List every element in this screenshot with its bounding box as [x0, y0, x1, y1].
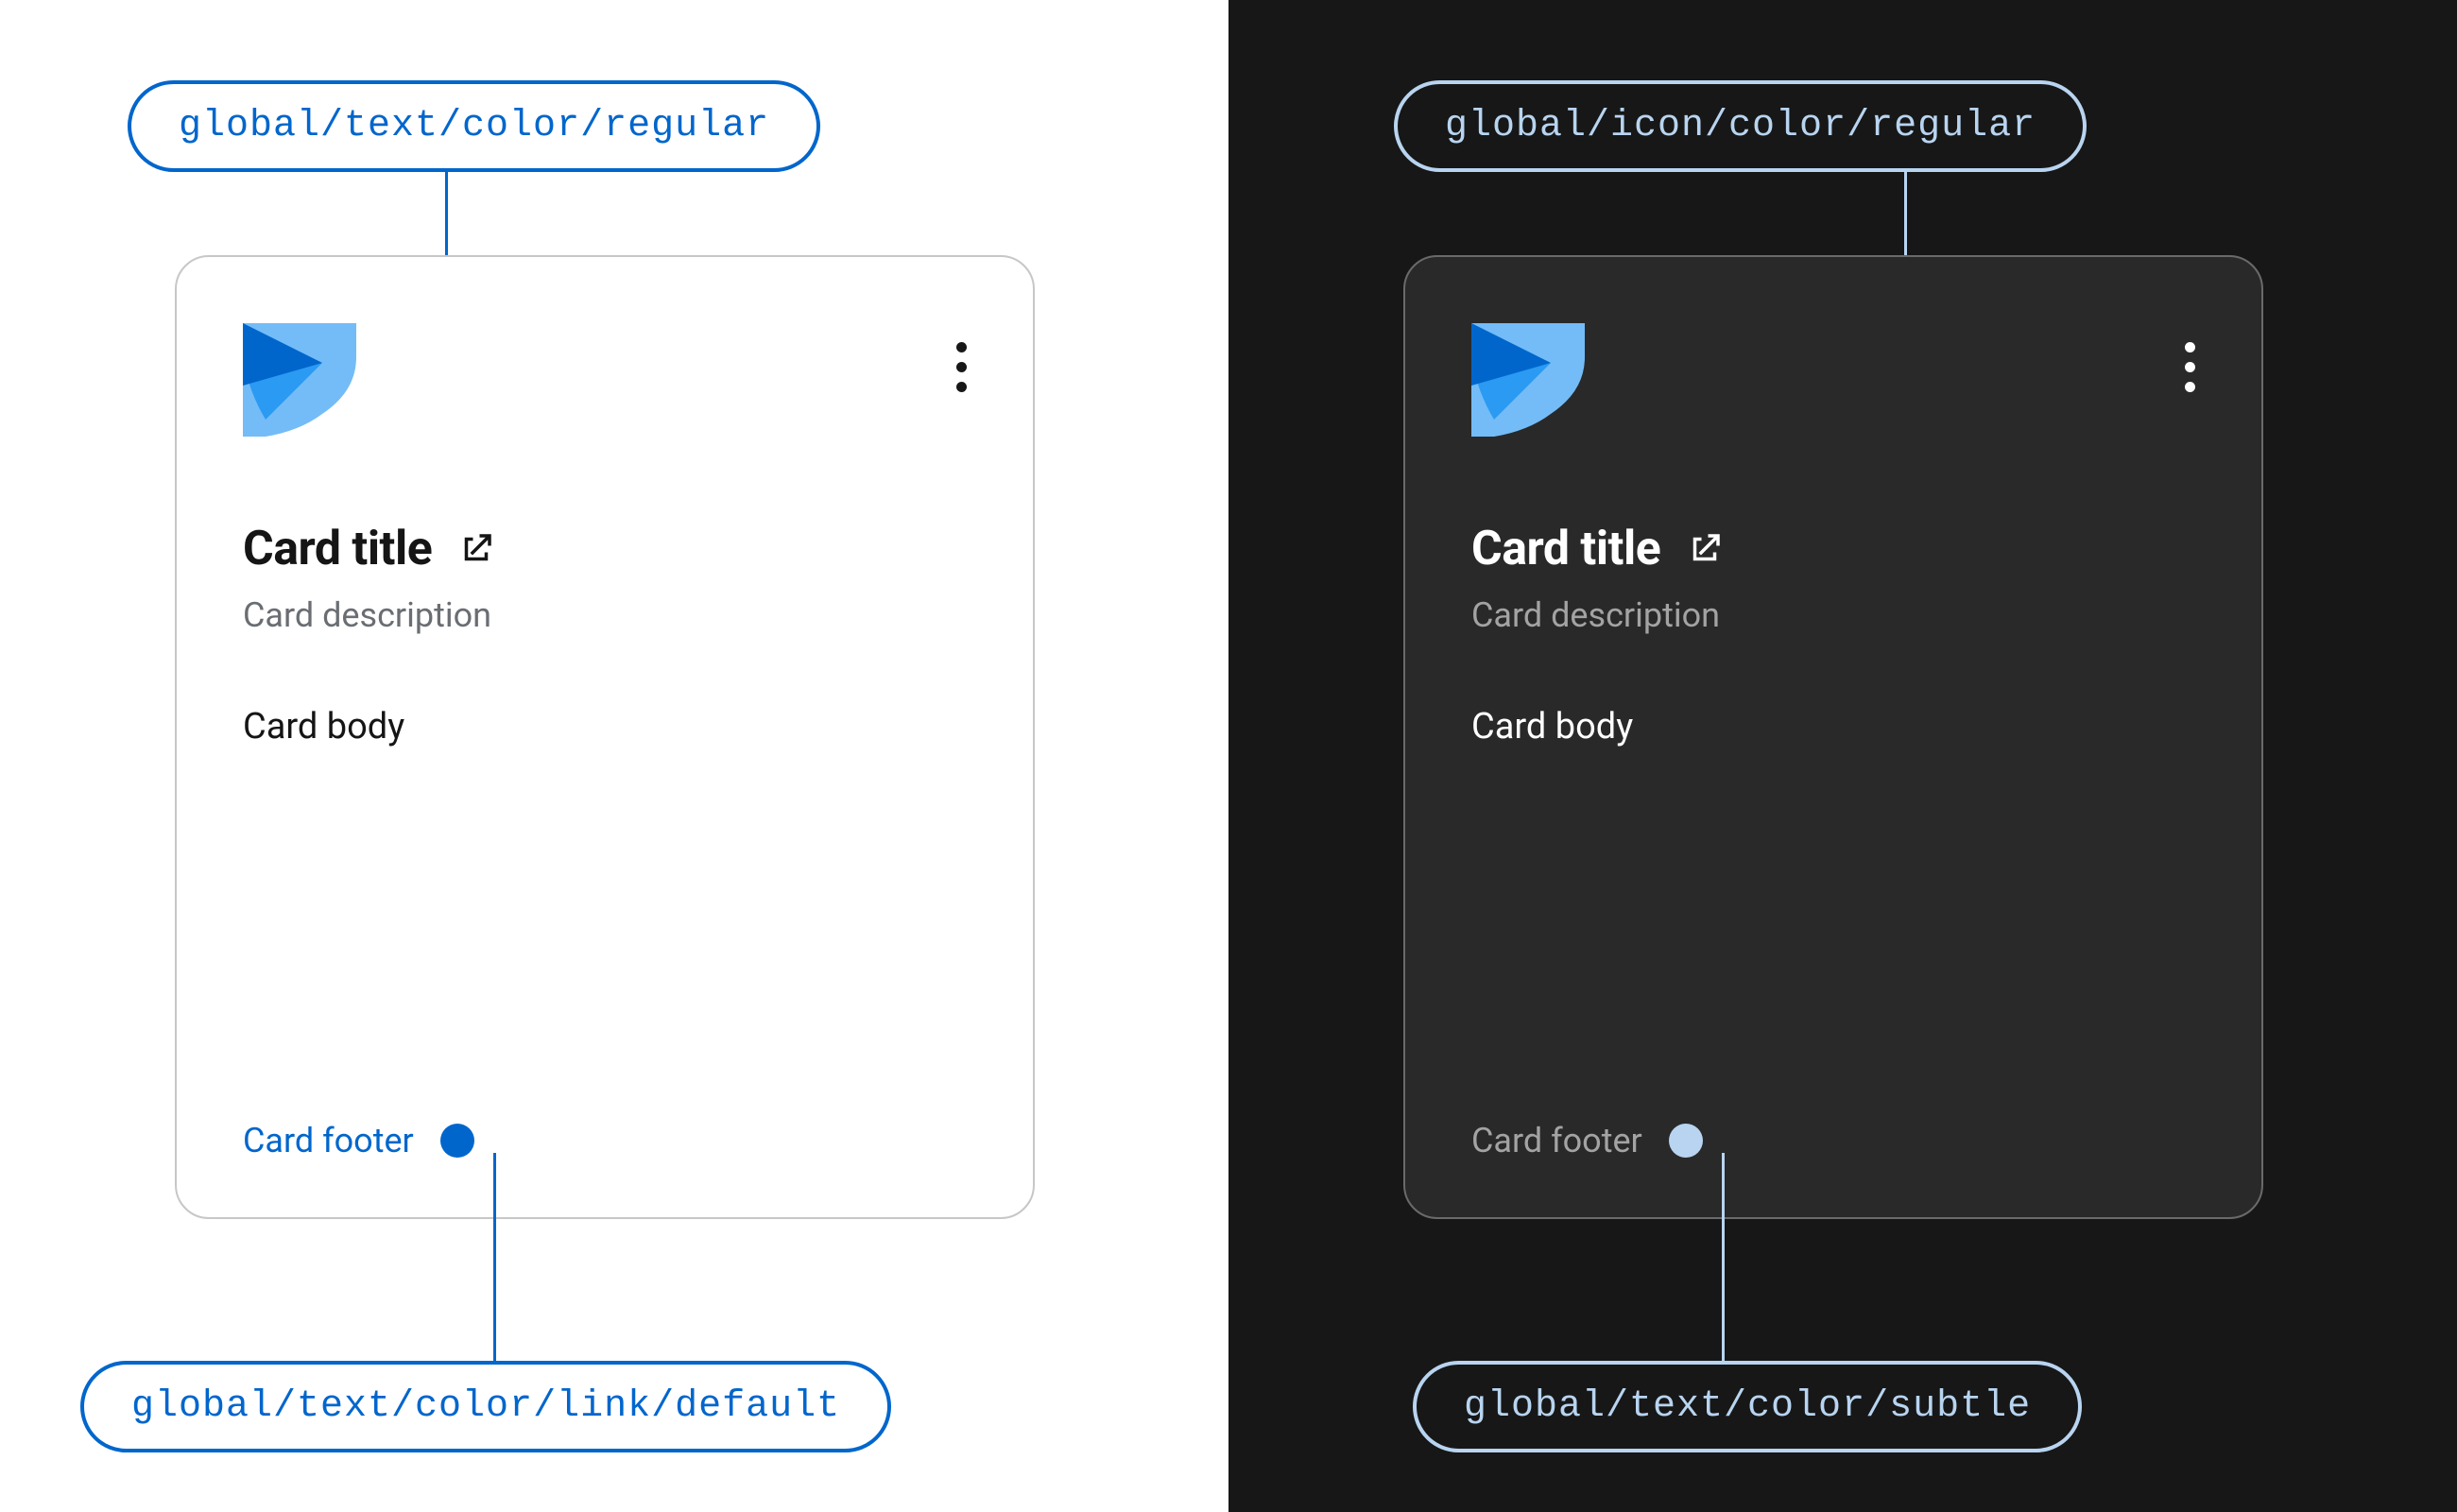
- card-footer-row: Card footer: [243, 1121, 967, 1160]
- example-card: Card title Card description Card body Ca…: [175, 255, 1035, 1219]
- card-title-row: Card title: [1471, 522, 2195, 576]
- token-annotation-text-regular: global/text/color/regular: [128, 80, 820, 172]
- card-body: Card body: [243, 706, 967, 747]
- card-body: Card body: [1471, 706, 2195, 747]
- kebab-menu-icon[interactable]: [2185, 323, 2195, 392]
- token-annotation-link-default: global/text/color/link/default: [80, 1361, 891, 1452]
- card-footer-text: Card footer: [1471, 1121, 1642, 1160]
- card-header: [243, 323, 967, 437]
- token-annotation-icon-regular: global/icon/color/regular: [1394, 80, 2087, 172]
- card-footer-row: Card footer: [1471, 1121, 2195, 1160]
- annotation-pointer-dot: [440, 1124, 474, 1158]
- token-annotation-text-subtle: global/text/color/subtle: [1413, 1361, 2082, 1452]
- example-card: Card title Card description Card body Ca…: [1403, 255, 2263, 1219]
- kebab-menu-icon[interactable]: [956, 323, 967, 392]
- card-header: [1471, 323, 2195, 437]
- card-description: Card description: [1471, 595, 2195, 635]
- card-title[interactable]: Card title: [1471, 522, 1660, 576]
- external-link-icon[interactable]: [456, 529, 496, 569]
- app-logo-icon: [243, 323, 356, 437]
- card-title[interactable]: Card title: [243, 522, 432, 576]
- light-theme-panel: global/text/color/regular Card title C: [0, 0, 1228, 1512]
- card-footer-link[interactable]: Card footer: [243, 1121, 414, 1160]
- card-title-row: Card title: [243, 522, 967, 576]
- external-link-icon[interactable]: [1685, 529, 1725, 569]
- annotation-connector: [1722, 1153, 1725, 1366]
- card-description: Card description: [243, 595, 967, 635]
- annotation-pointer-dot: [1669, 1124, 1703, 1158]
- annotation-connector: [493, 1153, 496, 1366]
- dark-theme-panel: global/icon/color/regular Card title C: [1228, 0, 2457, 1512]
- app-logo-icon: [1471, 323, 1585, 437]
